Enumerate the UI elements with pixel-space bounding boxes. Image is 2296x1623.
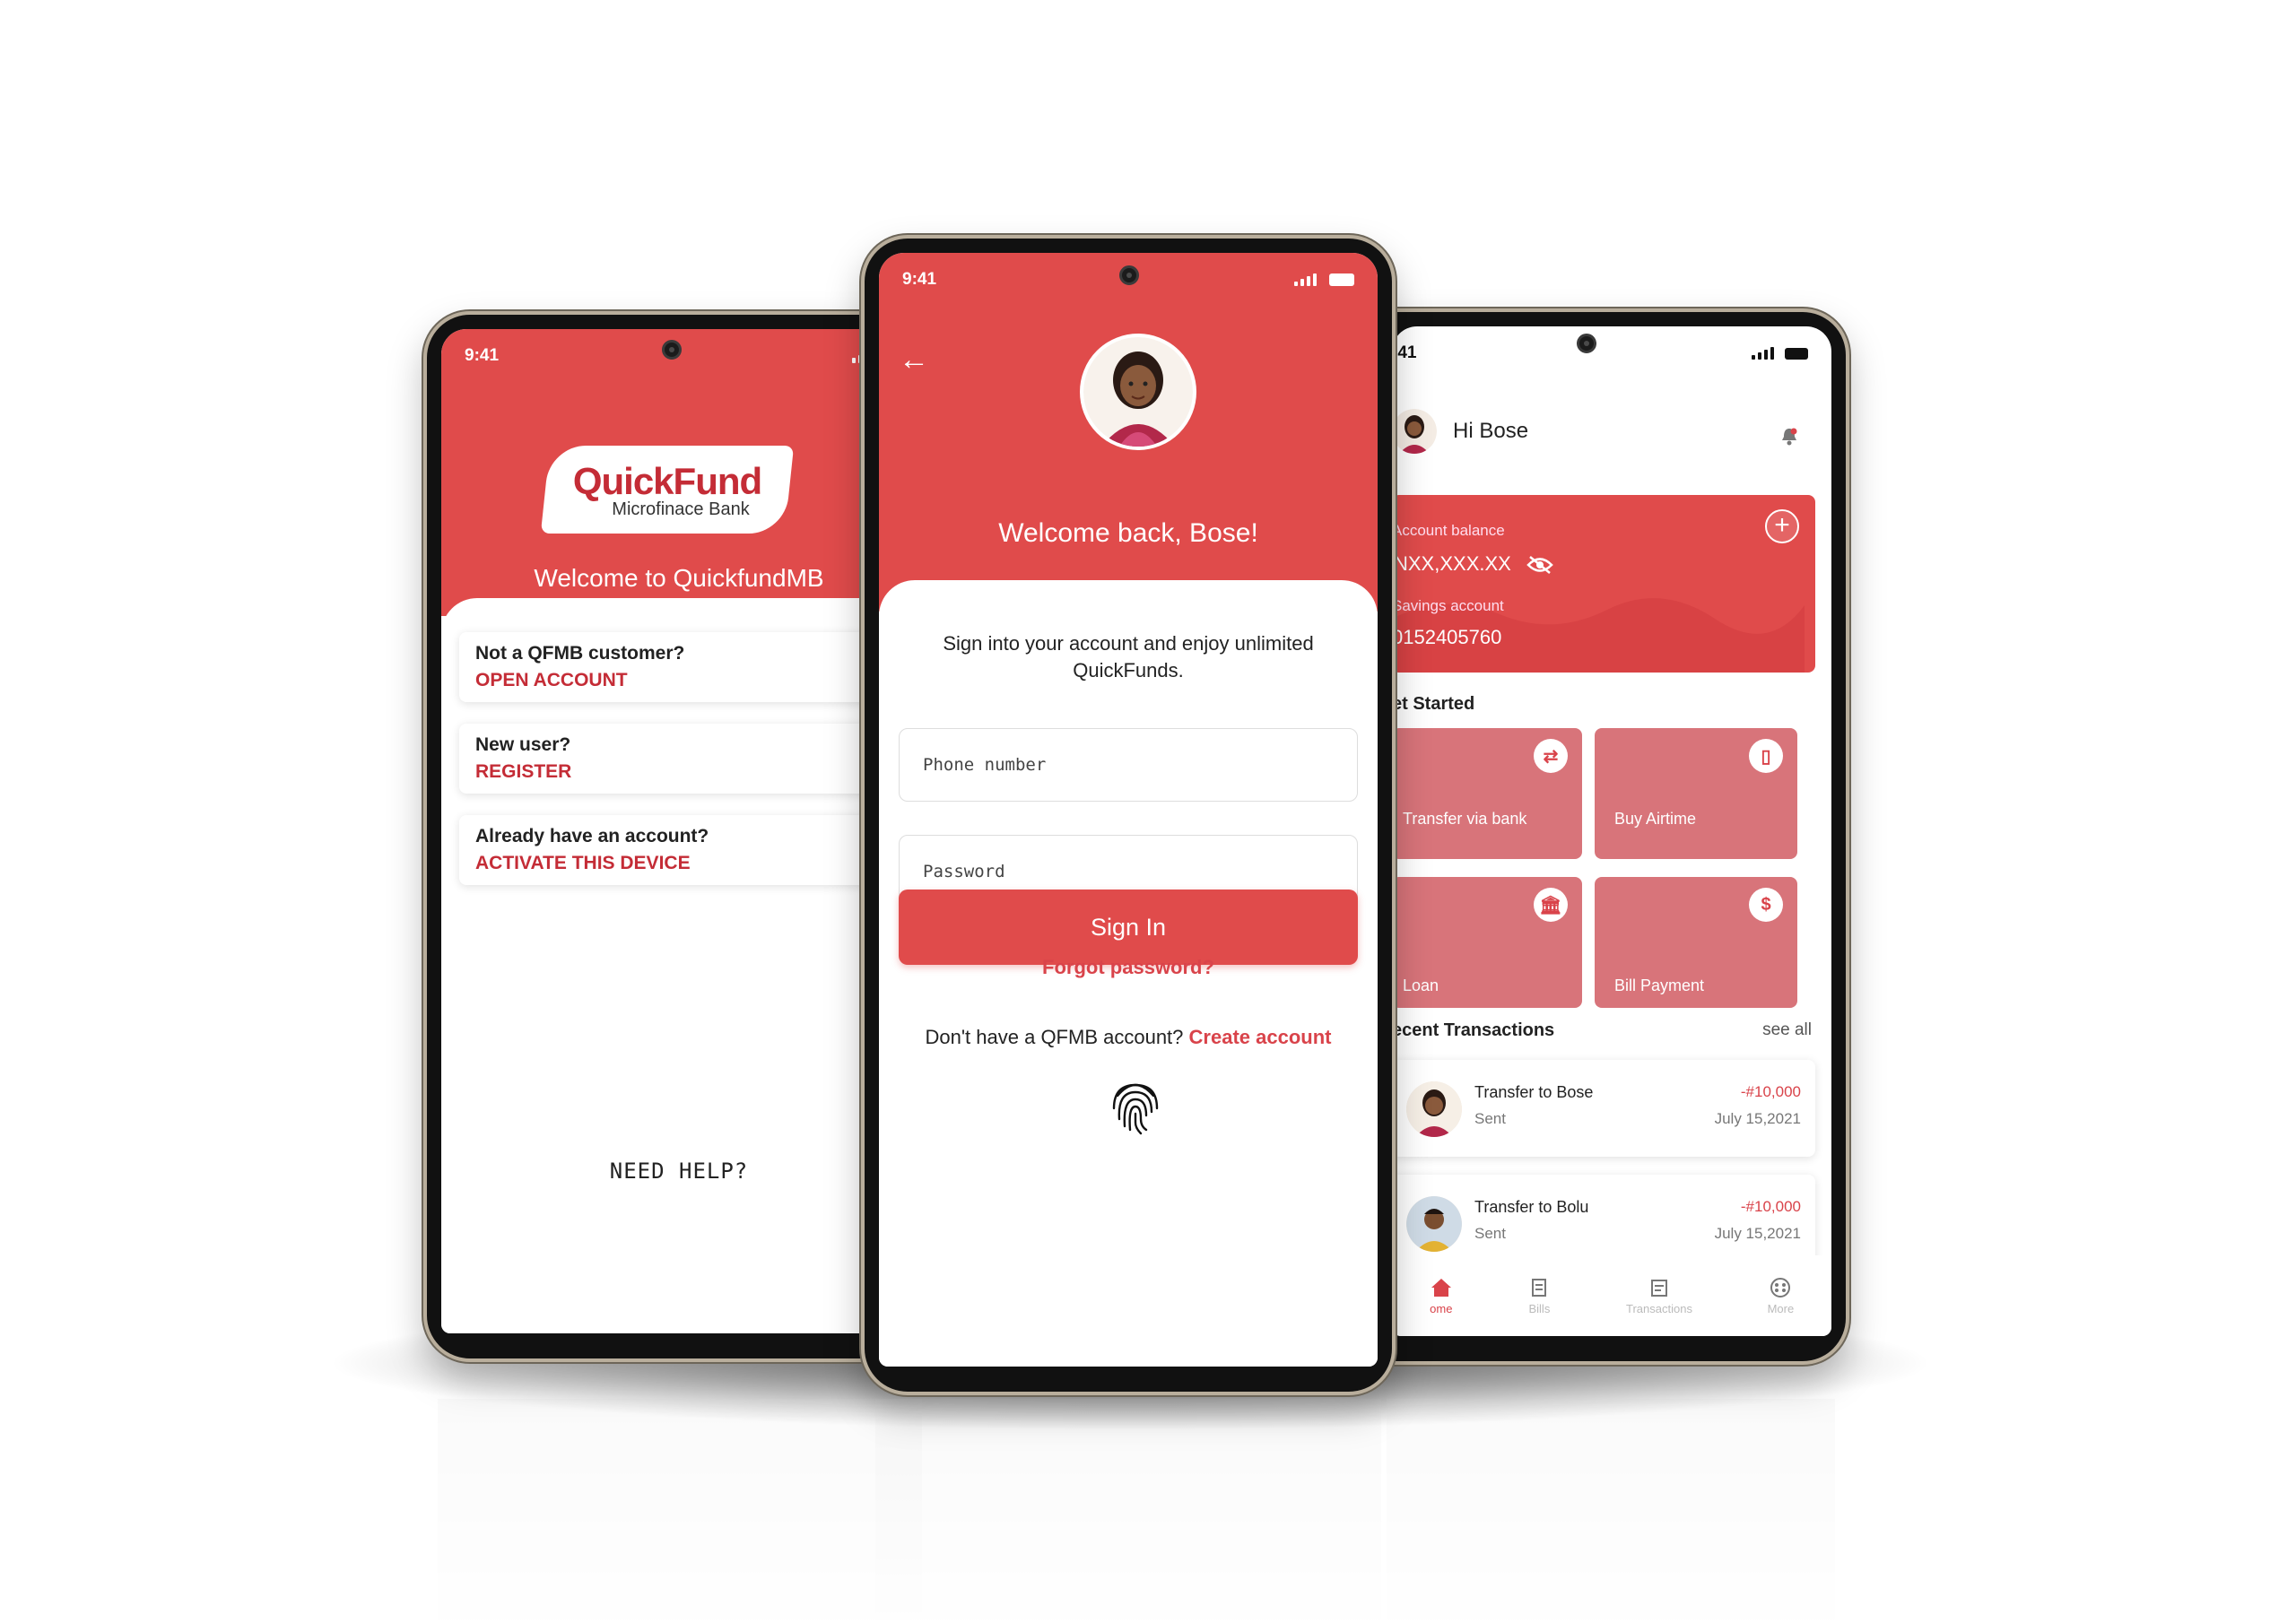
nav-transactions[interactable]: Transactions: [1626, 1277, 1692, 1315]
transaction-status: Sent: [1474, 1110, 1506, 1127]
get-started-heading: et Started: [1392, 694, 1475, 714]
bill-icon: $: [1749, 888, 1783, 922]
card-question: Not a QFMB customer?: [475, 643, 685, 664]
status-bar: :41: [1392, 326, 1831, 380]
account-balance-value: NXX,XXX.XX: [1394, 552, 1511, 575]
transfer-via-bank-tile[interactable]: ⇄ Transfer via bank: [1392, 728, 1582, 859]
tile-label: Bill Payment: [1614, 976, 1705, 994]
open-account-link[interactable]: OPEN ACCOUNT: [475, 670, 900, 691]
more-icon: [1770, 1277, 1791, 1298]
greeting-text: Hi Bose: [1453, 419, 1529, 443]
avatar: [1406, 1196, 1462, 1252]
card-question: New user?: [475, 734, 571, 755]
no-account-text: Don't have a QFMB account?: [925, 1026, 1184, 1048]
nav-label: Bills: [1528, 1301, 1551, 1315]
welcome-title: Welcome to QuickfundMB: [534, 564, 824, 592]
avatar: [1080, 334, 1196, 450]
nav-bills[interactable]: Bills: [1527, 1277, 1551, 1315]
fingerprint-icon[interactable]: [1109, 1076, 1162, 1135]
bell-icon[interactable]: [1779, 427, 1799, 447]
welcome-title: Welcome back, Bose!: [998, 518, 1258, 548]
transaction-title: Transfer to Bolu: [1474, 1198, 1589, 1216]
activate-device-link[interactable]: ACTIVATE THIS DEVICE: [475, 853, 900, 874]
right-phone: :41 Hi Bose Account balance NXX,XXX.XX S…: [1342, 308, 1849, 1365]
battery-icon: [1785, 348, 1808, 360]
transaction-row[interactable]: Transfer to Bose Sent -#10,000 July 15,2…: [1392, 1060, 1815, 1157]
logo-name: QuickFund: [572, 459, 762, 502]
left-screen: 9:41 QuickFund Microfinace Bank Welcome …: [441, 329, 917, 1333]
transaction-amount: -#10,000: [1740, 1198, 1801, 1215]
stage: 9:41 QuickFund Microfinace Bank Welcome …: [0, 0, 2296, 1623]
open-account-card[interactable]: Not a QFMB customer? OPEN ACCOUNT ➜: [459, 632, 917, 702]
signal-icon: [1294, 273, 1354, 286]
transaction-amount: -#10,000: [1740, 1083, 1801, 1100]
transactions-icon: [1650, 1279, 1667, 1297]
avatar[interactable]: [1392, 409, 1437, 454]
left-phone: 9:41 QuickFund Microfinace Bank Welcome …: [423, 311, 935, 1362]
transfer-icon: ⇄: [1534, 739, 1568, 773]
see-all-link[interactable]: see all: [1762, 1020, 1812, 1040]
recent-transactions-heading: ecent Transactions: [1392, 1020, 1555, 1040]
tile-label: Loan: [1403, 976, 1439, 994]
transaction-date: July 15,2021: [1714, 1225, 1801, 1242]
center-header: 9:41 ← Welcome back, Bose!: [879, 253, 1378, 612]
greeting-row: Hi Bose: [1392, 409, 1528, 454]
status-time: :41: [1392, 343, 1417, 362]
camera-icon: [1577, 334, 1596, 353]
buy-airtime-tile[interactable]: ▯ Buy Airtime: [1595, 728, 1797, 859]
right-reflection: [1387, 1399, 1835, 1623]
need-help-link[interactable]: NEED HELP?: [441, 1159, 917, 1184]
logo-subtitle: Microfinace Bank: [612, 499, 750, 519]
avatar: [1406, 1081, 1462, 1137]
bill-payment-tile[interactable]: $ Bill Payment: [1595, 877, 1797, 1008]
phone-number-input[interactable]: Phone number: [899, 728, 1358, 802]
signal-icon: [1752, 347, 1808, 360]
left-header: 9:41 QuickFund Microfinace Bank Welcome …: [441, 329, 917, 616]
center-screen: 9:41 ← Welcome back, Bose! Sign into you…: [879, 253, 1378, 1367]
status-time: 9:41: [465, 346, 500, 365]
forgot-password-link[interactable]: Forgot password?: [879, 956, 1378, 979]
loan-tile[interactable]: 🏛 Loan: [1392, 877, 1582, 1008]
camera-icon: [1119, 265, 1139, 285]
bottom-nav: ome Bills Transactions More: [1392, 1255, 1831, 1336]
right-screen: :41 Hi Bose Account balance NXX,XXX.XX S…: [1392, 326, 1831, 1336]
account-balance-label: Account balance: [1392, 522, 1505, 539]
nav-label: More: [1767, 1301, 1795, 1315]
quickfund-logo: QuickFund Microfinace Bank: [540, 446, 795, 534]
center-phone: 9:41 ← Welcome back, Bose! Sign into you…: [861, 235, 1396, 1395]
nav-more[interactable]: More: [1767, 1277, 1795, 1315]
home-icon: [1431, 1278, 1451, 1297]
transaction-title: Transfer to Bose: [1474, 1083, 1594, 1101]
transaction-status: Sent: [1474, 1225, 1506, 1242]
phone-icon: ▯: [1749, 739, 1783, 773]
status-time: 9:41: [902, 270, 937, 289]
nav-label: ome: [1430, 1301, 1453, 1315]
left-body: Not a QFMB customer? OPEN ACCOUNT ➜ New …: [441, 598, 917, 1333]
bills-icon: [1532, 1278, 1547, 1297]
nav-home[interactable]: ome: [1430, 1277, 1453, 1315]
create-account-row: Don't have a QFMB account? Create accoun…: [879, 1026, 1378, 1049]
tile-label: Buy Airtime: [1614, 810, 1697, 828]
create-account-link[interactable]: Create account: [1189, 1026, 1332, 1048]
bank-icon: 🏛: [1534, 888, 1568, 922]
savings-account-label: Savings account: [1392, 597, 1504, 614]
register-card[interactable]: New user? REGISTER ➜: [459, 724, 917, 794]
camera-icon: [662, 340, 682, 360]
transaction-date: July 15,2021: [1714, 1110, 1801, 1127]
back-arrow-icon[interactable]: ←: [899, 343, 929, 378]
activate-device-card[interactable]: Already have an account? ACTIVATE THIS D…: [459, 815, 917, 885]
nav-label: Transactions: [1626, 1301, 1692, 1315]
savings-account-number: 0152405760: [1392, 626, 1502, 648]
card-question: Already have an account?: [475, 826, 709, 846]
register-link[interactable]: REGISTER: [475, 761, 900, 783]
add-icon[interactable]: +: [1765, 509, 1799, 543]
center-reflection: [875, 1399, 1381, 1623]
sign-in-button[interactable]: Sign In: [899, 890, 1358, 965]
balance-card: Account balance NXX,XXX.XX Savings accou…: [1392, 495, 1815, 673]
tile-label: Transfer via bank: [1403, 810, 1527, 828]
battery-icon: [1329, 273, 1354, 286]
intro-text: Sign into your account and enjoy unlimit…: [943, 632, 1314, 681]
hide-balance-icon[interactable]: [1526, 555, 1553, 575]
left-reflection: [438, 1399, 922, 1623]
